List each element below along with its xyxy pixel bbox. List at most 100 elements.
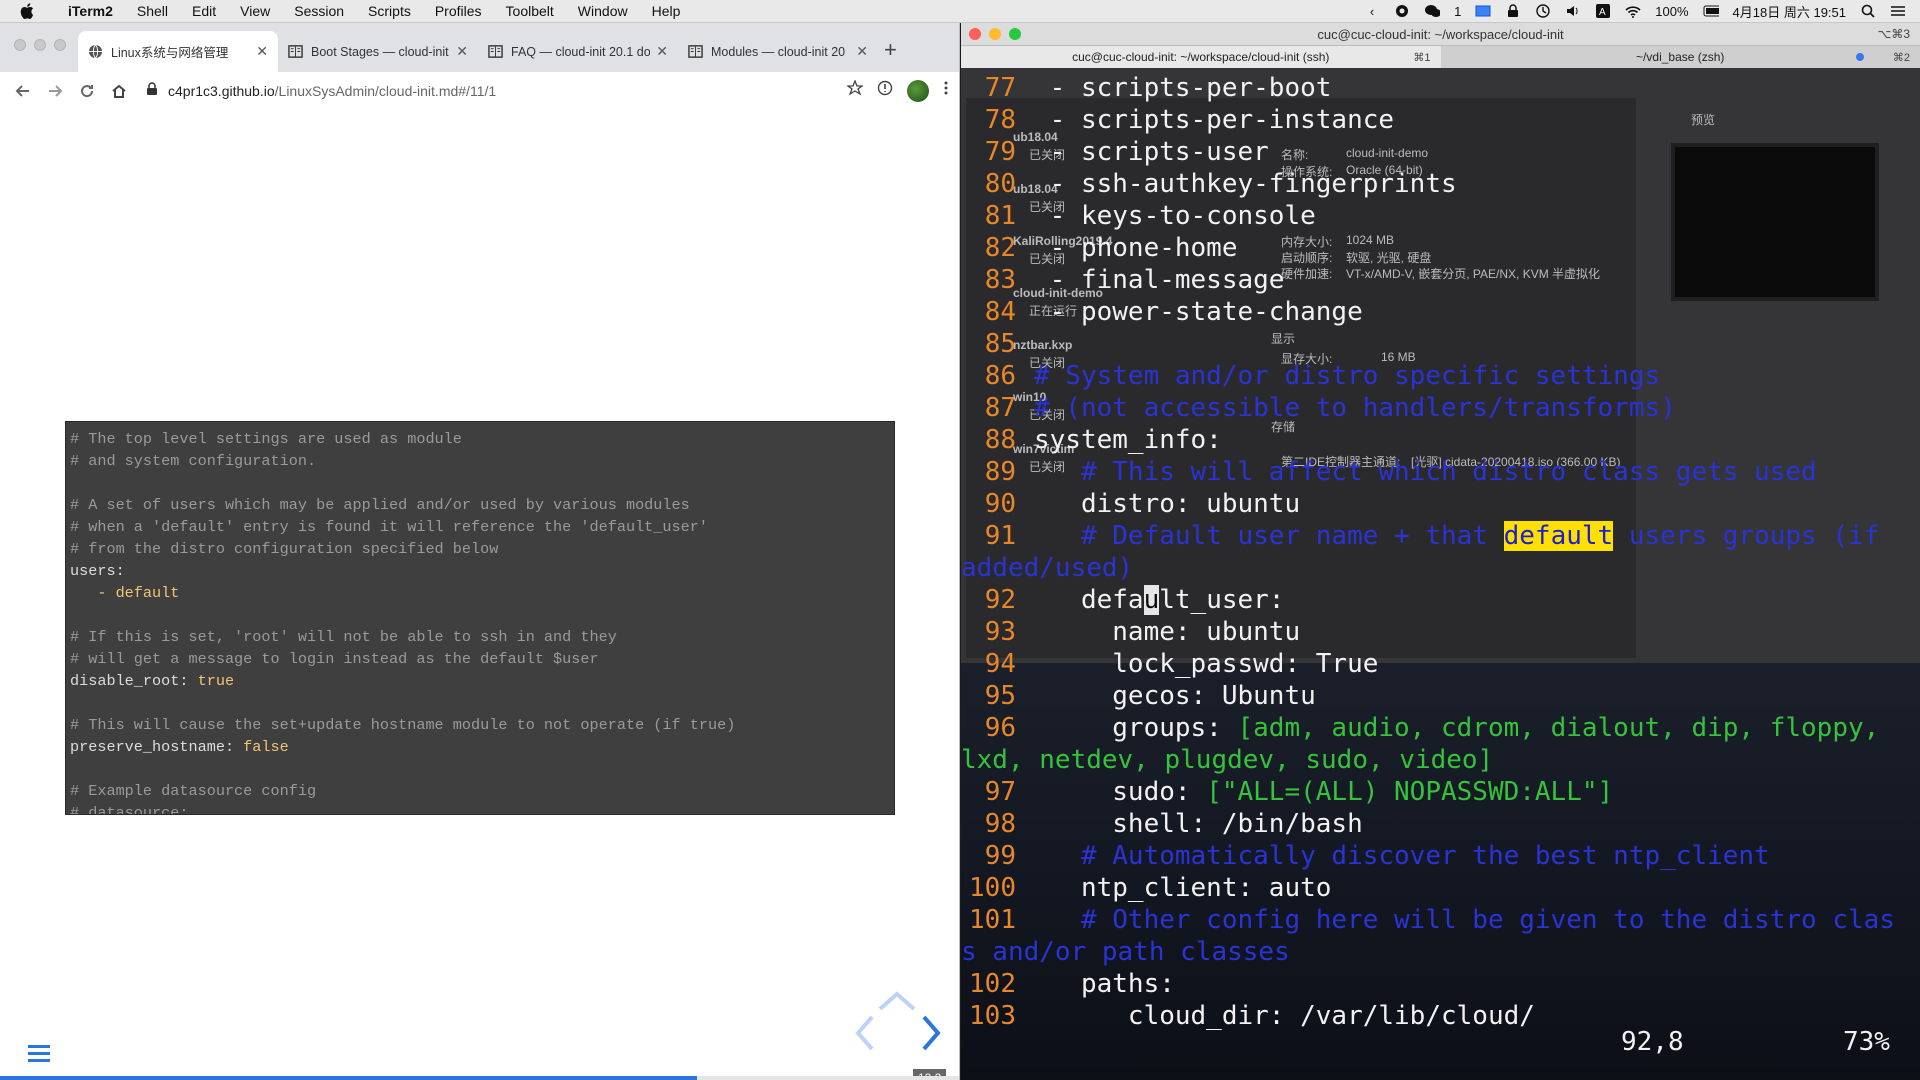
battery-icon[interactable] <box>1703 4 1719 18</box>
vim-line: 88 system_info: <box>961 424 1920 456</box>
clock[interactable]: 4月18日 周六 19:51 <box>1733 2 1846 21</box>
code-line: # and system configuration. <box>70 450 890 472</box>
docs-icon <box>488 45 503 58</box>
code-text: - default <box>70 584 180 602</box>
nav-left-icon[interactable] <box>855 1015 874 1051</box>
line-number: 81 <box>984 201 1016 231</box>
vim-line: 86 # System and/or distro specific settin… <box>961 360 1920 392</box>
terminal-body[interactable]: 预览 名称: cloud-init-demo 操作系统: Oracle (64-… <box>961 68 1920 1080</box>
browser-tab-modules[interactable]: Modules — cloud-init 20 ✕ <box>678 31 878 72</box>
vim-line: added/used) <box>961 552 1920 584</box>
line-number: 96 <box>984 713 1016 743</box>
code-text: # datasource: <box>70 804 189 815</box>
tab-label: ~/vdi_base (zsh) <box>1636 50 1725 64</box>
notification-center-icon[interactable] <box>1890 4 1906 18</box>
close-window-button[interactable] <box>969 28 981 40</box>
menu-hamburger-icon[interactable] <box>28 1045 50 1063</box>
line-number: 99 <box>984 841 1016 871</box>
browser-tab-faq[interactable]: FAQ — cloud-init 20.1 do ✕ <box>478 31 678 72</box>
line-text: - ssh-authkey-fingerprints <box>1034 169 1457 199</box>
close-window-button[interactable] <box>14 39 26 51</box>
line-number: 94 <box>984 649 1016 679</box>
globe-icon <box>88 44 103 59</box>
chevron-left-icon[interactable]: ‹ <box>1364 4 1380 19</box>
menu-help[interactable]: Help <box>640 3 693 19</box>
vim-line: 100 ntp_client: auto <box>961 872 1920 904</box>
search-icon[interactable] <box>1860 4 1876 18</box>
bookmark-star-icon[interactable] <box>846 79 864 101</box>
more-menu-icon[interactable] <box>943 80 949 101</box>
zoom-window-button[interactable] <box>54 39 66 51</box>
vim-line: 84 - power-state-change <box>961 296 1920 328</box>
menu-profiles[interactable]: Profiles <box>423 3 494 19</box>
url-host: c4pr1c3.github.io <box>168 82 275 99</box>
line-number: 91 <box>984 521 1016 551</box>
line-text: - scripts-per-boot <box>1034 73 1332 103</box>
screen-icon[interactable] <box>1475 4 1491 18</box>
new-tab-button[interactable]: + <box>884 37 897 63</box>
iterm-tab-bar: cuc@cuc-cloud-init: ~/workspace/cloud-in… <box>961 46 1920 69</box>
forward-arrow-icon[interactable] <box>42 78 68 104</box>
iterm-tab-ssh[interactable]: cuc@cuc-cloud-init: ~/workspace/cloud-in… <box>961 46 1441 68</box>
menu-session[interactable]: Session <box>282 3 356 19</box>
vim-line: 82 - phone-home <box>961 232 1920 264</box>
zoom-window-button[interactable] <box>1009 28 1021 40</box>
app-status-icon[interactable] <box>1394 4 1410 18</box>
nav-up-icon[interactable] <box>878 991 916 1011</box>
lock-icon[interactable] <box>146 82 158 99</box>
vim-line: 95 gecos: Ubuntu <box>961 680 1920 712</box>
menu-shell[interactable]: Shell <box>125 3 180 19</box>
tab-label: FAQ — cloud-init 20.1 do <box>511 44 651 59</box>
home-icon[interactable] <box>106 78 132 104</box>
code-line: # Example datasource config <box>70 780 890 802</box>
apple-logo-icon[interactable] <box>18 2 36 20</box>
address-bar[interactable]: c4pr1c3.github.io/LinuxSysAdmin/cloud-in… <box>146 76 839 106</box>
wechat-icon[interactable] <box>1424 4 1441 18</box>
line-text: # This will affect which distro class ge… <box>1034 457 1817 487</box>
extension-icon[interactable] <box>877 80 893 101</box>
browser-tab-linux[interactable]: Linux系统与网络管理 ✕ <box>78 31 278 72</box>
code-text: # The top level settings are used as mod… <box>70 430 462 448</box>
wifi-icon[interactable] <box>1625 4 1641 18</box>
line-number: 79 <box>984 137 1016 167</box>
battery-percent: 100% <box>1655 3 1689 19</box>
input-method-icon[interactable]: A <box>1595 4 1611 18</box>
docs-icon <box>688 45 703 58</box>
nav-right-icon[interactable] <box>922 1015 941 1051</box>
line-number: 77 <box>984 73 1016 103</box>
tab-label: cuc@cuc-cloud-init: ~/workspace/cloud-in… <box>1072 50 1330 64</box>
back-arrow-icon[interactable] <box>10 78 36 104</box>
line-number: 98 <box>984 809 1016 839</box>
profile-avatar[interactable] <box>907 79 929 102</box>
code-text: # Example datasource config <box>70 782 317 800</box>
reload-icon[interactable] <box>74 78 100 104</box>
code-line: - default <box>70 582 890 604</box>
close-icon[interactable]: ✕ <box>456 43 468 60</box>
line-text: distro: ubuntu <box>1034 489 1301 519</box>
minimize-window-button[interactable] <box>989 28 1001 40</box>
code-value: true <box>197 672 235 690</box>
line-number: 88 <box>984 425 1016 455</box>
close-icon[interactable]: ✕ <box>656 43 668 60</box>
line-number: 87 <box>984 393 1016 423</box>
volume-icon[interactable] <box>1565 4 1581 18</box>
time-machine-icon[interactable] <box>1535 4 1551 18</box>
line-text: users groups (if <box>1613 521 1880 551</box>
menu-scripts[interactable]: Scripts <box>356 3 423 19</box>
lock-icon[interactable] <box>1505 4 1521 18</box>
line-text: [adm, audio, cdrom, dialout, dip, floppy… <box>1237 713 1880 743</box>
browser-tab-boot-stages[interactable]: Boot Stages — cloud-init ✕ <box>278 31 478 72</box>
iterm-tab-zsh[interactable]: ~/vdi_base (zsh) ⌘2 <box>1441 46 1920 68</box>
vim-line: 92 default_user: <box>961 584 1920 616</box>
menu-window[interactable]: Window <box>566 3 640 19</box>
menu-edit[interactable]: Edit <box>180 3 228 19</box>
status-menus: ‹ 1 A 100% 4月18日 周六 19:51 <box>1364 2 1906 21</box>
menu-toolbelt[interactable]: Toolbelt <box>494 3 566 19</box>
close-icon[interactable]: ✕ <box>256 43 268 60</box>
minimize-window-button[interactable] <box>34 39 46 51</box>
menu-view[interactable]: View <box>228 3 282 19</box>
line-number: 93 <box>984 617 1016 647</box>
menu-app-name[interactable]: iTerm2 <box>56 3 125 19</box>
close-icon[interactable]: ✕ <box>856 43 868 60</box>
